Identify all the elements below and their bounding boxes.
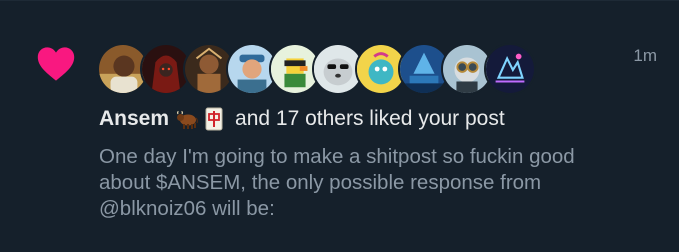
notification-summary: Ansem and 17 others liked your post [99, 107, 505, 131]
avatar[interactable] [484, 43, 536, 95]
summary-text: and 17 others liked your post [235, 107, 505, 130]
post-preview-text[interactable]: One day I'm going to make a shitpost so … [99, 144, 669, 222]
like-notification[interactable]: 1m Ansem and 17 others liked your post O… [0, 0, 679, 252]
actor-name[interactable]: Ansem [99, 107, 169, 131]
ox-emoji [175, 107, 199, 131]
liker-avatars [97, 43, 536, 97]
mahjong-red-dragon-emoji [202, 107, 226, 131]
divider [0, 0, 679, 1]
heart-icon [37, 46, 75, 82]
timestamp[interactable]: 1m [633, 46, 657, 66]
